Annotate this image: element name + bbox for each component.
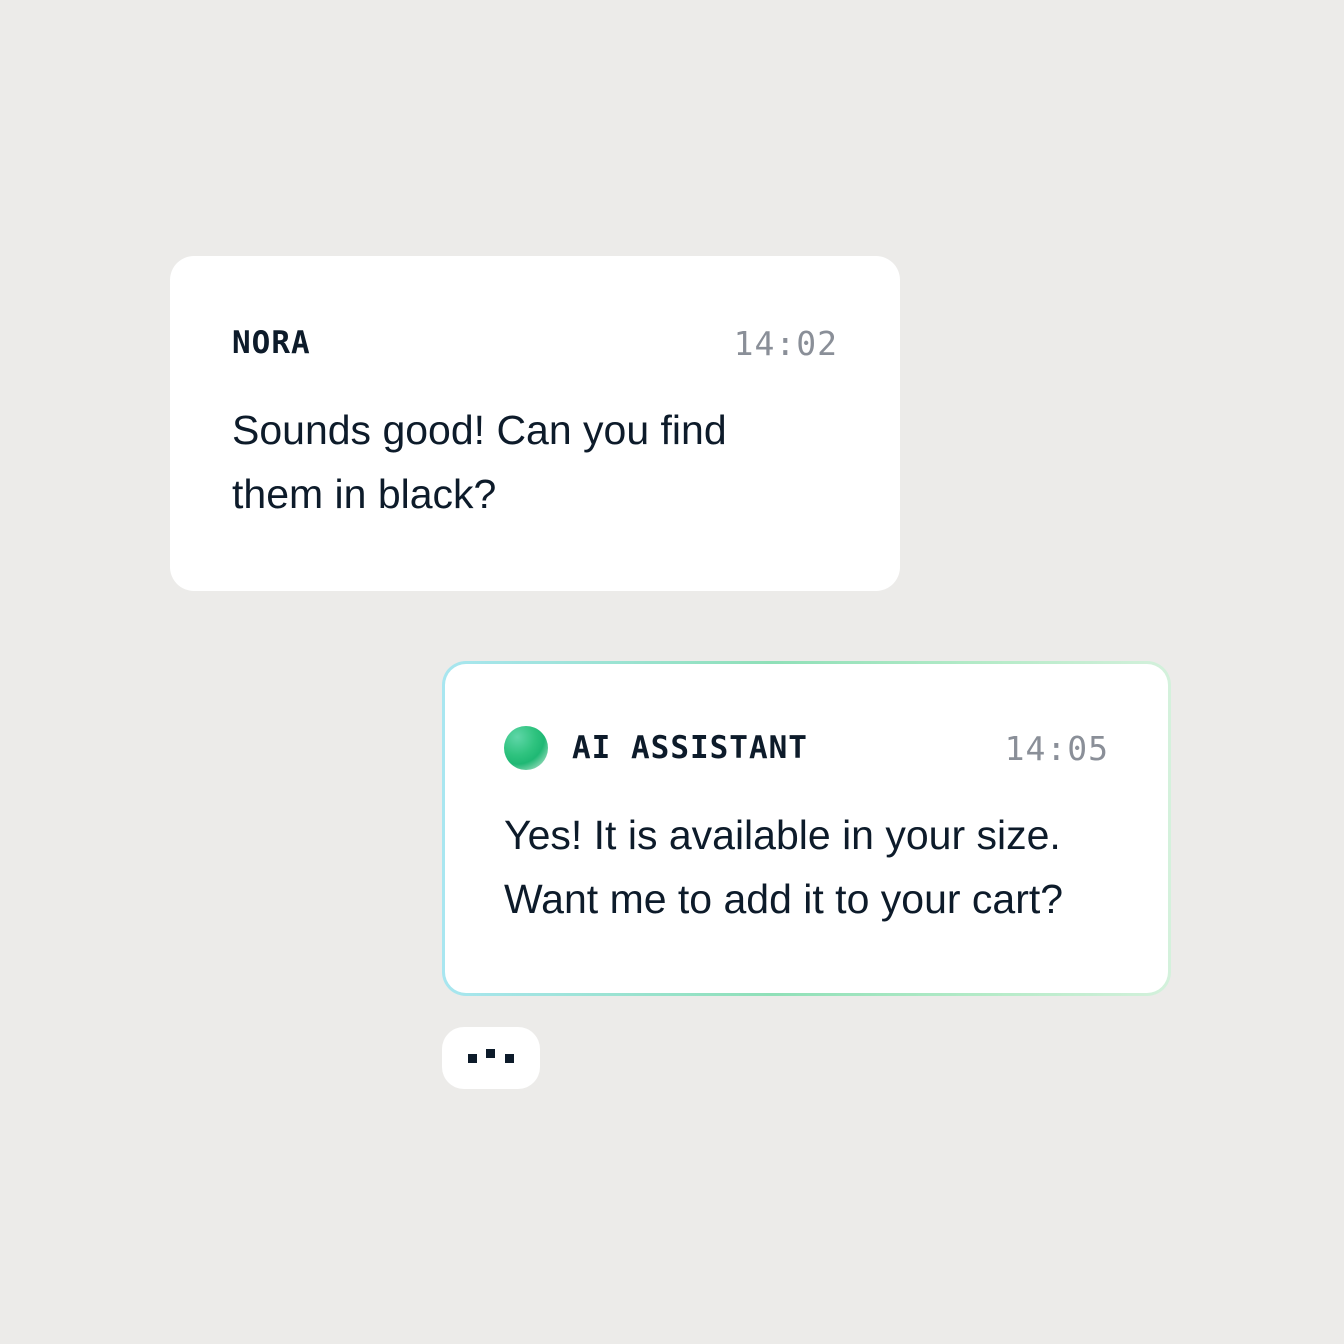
assistant-message-content: AI ASSISTANT 14:05 Yes! It is available … [445,664,1168,993]
sender-name: NORA [232,325,311,361]
typing-dot-icon [468,1054,477,1063]
message-timestamp: 14:05 [1004,728,1109,768]
assistant-message-bubble: AI ASSISTANT 14:05 Yes! It is available … [442,661,1171,996]
assistant-avatar-icon [504,726,548,770]
message-text: Sounds good! Can you find them in black? [232,407,727,517]
message-header: AI ASSISTANT 14:05 [504,723,1109,773]
typing-dot-icon [486,1049,495,1058]
sender-name: AI ASSISTANT [572,730,808,766]
message-timestamp: 14:02 [733,323,838,363]
typing-dot-icon [505,1054,514,1063]
message-text: Yes! It is available in your size. Want … [504,812,1064,922]
assistant-sender: AI ASSISTANT [504,726,808,770]
typing-indicator [442,1027,540,1089]
user-message-bubble: NORA 14:02 Sounds good! Can you find the… [170,256,900,591]
message-header: NORA 14:02 [232,318,838,368]
